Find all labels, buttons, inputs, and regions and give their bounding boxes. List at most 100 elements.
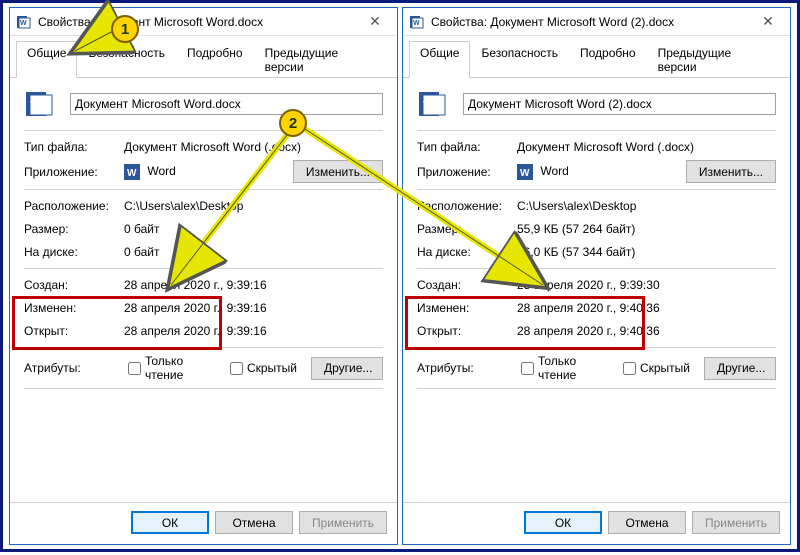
other-attributes-button[interactable]: Другие... [704,357,776,380]
close-button[interactable]: ✕ [750,10,786,34]
size-value: 55,9 КБ (57 264 байт) [517,222,776,236]
modified-label: Изменен: [24,301,124,315]
tab-previous[interactable]: Предыдущие версии [254,41,391,78]
divider [417,189,776,190]
ondisk-value: 0 байт [124,245,383,259]
size-value: 0 байт [124,222,383,236]
window-title: Свойства: Документ Microsoft Word.docx [38,15,357,29]
divider [24,130,383,131]
hidden-checkbox[interactable]: Скрытый [619,359,690,378]
filetype-value: Документ Microsoft Word (.docx) [124,140,383,154]
apply-button[interactable]: Применить [299,511,387,534]
location-value: C:\Users\alex\Desktop [124,199,383,213]
word-doc-icon: W [16,14,32,30]
app-value: W Word [124,164,293,180]
hidden-label: Скрытый [640,361,690,375]
tab-general[interactable]: Общие [16,41,77,78]
ok-button[interactable]: ОК [524,511,602,534]
readonly-checkbox[interactable]: Только чтение [124,354,212,382]
tab-bar: Общие Безопасность Подробно Предыдущие в… [10,36,397,78]
titlebar: W Свойства: Документ Microsoft Word.docx… [10,8,397,36]
cancel-button[interactable]: Отмена [215,511,293,534]
attributes-label: Атрибуты: [417,361,517,375]
divider [24,189,383,190]
word-app-icon: W [124,164,140,180]
hidden-label: Скрытый [247,361,297,375]
change-app-button[interactable]: Изменить... [293,160,383,183]
opened-label: Открыт: [24,324,124,338]
properties-dialog-right: W Свойства: Документ Microsoft Word (2).… [402,7,791,545]
modified-label: Изменен: [417,301,517,315]
opened-label: Открыт: [417,324,517,338]
app-label: Приложение: [417,165,517,179]
created-label: Создан: [417,278,517,292]
tab-security[interactable]: Безопасность [470,41,569,78]
tab-content-general: W Тип файла: Документ Microsoft Word (.d… [10,78,397,502]
filename-input[interactable] [70,93,383,115]
created-label: Создан: [24,278,124,292]
location-label: Расположение: [417,199,517,213]
word-doc-icon-large: W [24,88,56,120]
divider [417,388,776,389]
other-attributes-button[interactable]: Другие... [311,357,383,380]
tab-general[interactable]: Общие [409,41,470,78]
readonly-label: Только чтение [145,354,212,382]
app-label: Приложение: [24,165,124,179]
ondisk-value: 56,0 КБ (57 344 байт) [517,245,776,259]
readonly-checkbox-input[interactable] [128,362,141,375]
created-value: 28 апреля 2020 г., 9:39:30 [517,278,776,292]
opened-value: 28 апреля 2020 г., 9:40:36 [517,324,776,338]
filename-input[interactable] [463,93,776,115]
svg-text:W: W [30,98,43,113]
attributes-label: Атрибуты: [24,361,124,375]
tab-details[interactable]: Подробно [176,41,254,78]
divider [417,130,776,131]
svg-text:W: W [413,20,420,27]
divider [24,388,383,389]
ondisk-label: На диске: [417,245,517,259]
tab-previous[interactable]: Предыдущие версии [647,41,784,78]
readonly-checkbox[interactable]: Только чтение [517,354,605,382]
app-name: Word [147,164,175,178]
dialog-footer: ОК Отмена Применить [403,502,790,544]
size-label: Размер: [417,222,517,236]
divider [417,268,776,269]
annotation-callout-1: 1 [111,15,139,43]
readonly-checkbox-input[interactable] [521,362,534,375]
filetype-label: Тип файла: [417,140,517,154]
tab-bar: Общие Безопасность Подробно Предыдущие в… [403,36,790,78]
tab-security[interactable]: Безопасность [77,41,176,78]
divider [24,268,383,269]
tab-content-general: W Тип файла: Документ Microsoft Word (.d… [403,78,790,502]
divider [417,347,776,348]
tab-details[interactable]: Подробно [569,41,647,78]
dialog-footer: ОК Отмена Применить [10,502,397,544]
svg-text:W: W [20,20,27,27]
filetype-value: Документ Microsoft Word (.docx) [517,140,776,154]
word-app-icon: W [517,164,533,180]
opened-value: 28 апреля 2020 г., 9:39:16 [124,324,383,338]
location-label: Расположение: [24,199,124,213]
ondisk-label: На диске: [24,245,124,259]
hidden-checkbox[interactable]: Скрытый [226,359,297,378]
cancel-button[interactable]: Отмена [608,511,686,534]
app-value: W Word [517,164,686,180]
modified-value: 28 апреля 2020 г., 9:40:36 [517,301,776,315]
hidden-checkbox-input[interactable] [623,362,636,375]
svg-text:W: W [423,98,436,113]
change-app-button[interactable]: Изменить... [686,160,776,183]
close-button[interactable]: ✕ [357,10,393,34]
titlebar: W Свойства: Документ Microsoft Word (2).… [403,8,790,36]
window-title: Свойства: Документ Microsoft Word (2).do… [431,15,750,29]
size-label: Размер: [24,222,124,236]
location-value: C:\Users\alex\Desktop [517,199,776,213]
created-value: 28 апреля 2020 г., 9:39:16 [124,278,383,292]
annotation-callout-2: 2 [279,109,307,137]
apply-button[interactable]: Применить [692,511,780,534]
svg-text:W: W [520,168,530,179]
ok-button[interactable]: ОК [131,511,209,534]
svg-text:W: W [127,168,137,179]
readonly-label: Только чтение [538,354,605,382]
hidden-checkbox-input[interactable] [230,362,243,375]
divider [24,347,383,348]
